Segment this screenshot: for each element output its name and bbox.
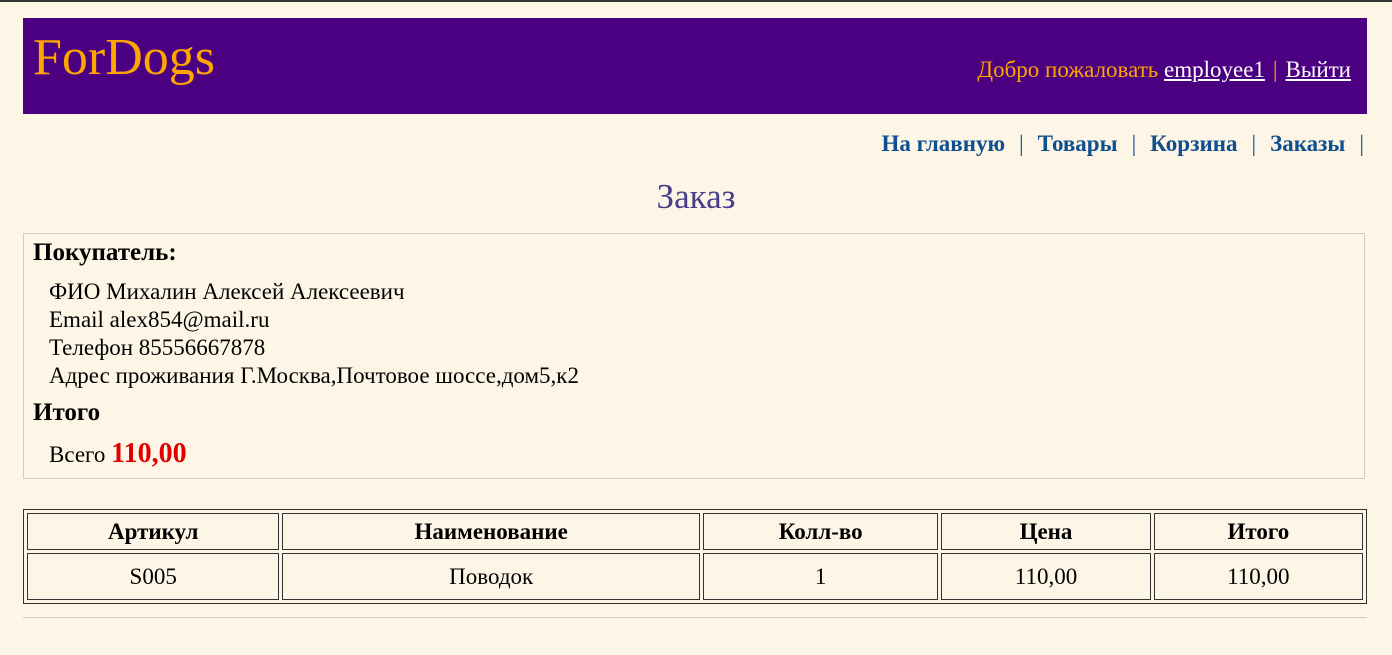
main-nav: На главную | Товары | Корзина | Заказы | xyxy=(881,130,1364,158)
user-bar: Добро пожаловать employee1 | Выйти xyxy=(977,56,1351,84)
table-row: S005 Поводок 1 110,00 110,00 xyxy=(27,553,1363,600)
logout-link[interactable]: Выйти xyxy=(1286,57,1351,82)
nav-separator: | xyxy=(1251,131,1257,156)
footer-divider xyxy=(23,617,1367,618)
buyer-email: Email alex854@mail.ru xyxy=(49,307,270,332)
buyer-name: ФИО Михалин Алексей Алексеевич xyxy=(49,279,405,304)
total-value: 110,00 xyxy=(111,438,187,469)
buyer-details: ФИО Михалин Алексей Алексеевич Email ale… xyxy=(49,278,579,390)
column-header-name: Наименование xyxy=(282,513,700,550)
site-logo[interactable]: ForDogs xyxy=(33,28,215,88)
nav-products[interactable]: Товары xyxy=(1038,131,1118,156)
cell-sku: S005 xyxy=(27,553,280,600)
nav-orders[interactable]: Заказы xyxy=(1270,131,1345,156)
page-title: Заказ xyxy=(656,177,736,216)
order-info-box: Покупатель: ФИО Михалин Алексей Алексеев… xyxy=(23,233,1365,479)
nav-separator: | xyxy=(1359,131,1364,156)
buyer-phone: Телефон 85556667878 xyxy=(49,335,266,360)
cell-price: 110,00 xyxy=(941,553,1151,600)
site-header: ForDogs Добро пожаловать employee1 | Выйти xyxy=(23,18,1367,114)
column-header-sku: Артикул xyxy=(27,513,280,550)
total-label: Всего xyxy=(49,442,106,467)
buyer-heading: Покупатель: xyxy=(33,239,177,266)
welcome-text: Добро пожаловать xyxy=(977,57,1159,82)
cell-quantity: 1 xyxy=(703,553,939,600)
total-line: Всего 110,00 xyxy=(49,438,187,471)
cell-total: 110,00 xyxy=(1153,553,1363,600)
nav-cart[interactable]: Корзина xyxy=(1150,131,1237,156)
column-header-total: Итого xyxy=(1153,513,1363,550)
nav-separator: | xyxy=(1131,131,1137,156)
column-header-quantity: Колл-во xyxy=(703,513,939,550)
totals-heading: Итого xyxy=(33,399,101,426)
user-bar-separator: | xyxy=(1272,57,1278,82)
order-items-table: Артикул Наименование Колл-во Цена Итого … xyxy=(23,509,1367,604)
username-link[interactable]: employee1 xyxy=(1164,57,1265,82)
column-header-price: Цена xyxy=(941,513,1151,550)
buyer-address: Адрес проживания Г.Москва,Почтовое шоссе… xyxy=(49,363,579,388)
table-header-row: Артикул Наименование Колл-во Цена Итого xyxy=(27,513,1363,550)
nav-home[interactable]: На главную xyxy=(881,131,1005,156)
nav-separator: | xyxy=(1019,131,1024,156)
cell-name: Поводок xyxy=(282,553,700,600)
